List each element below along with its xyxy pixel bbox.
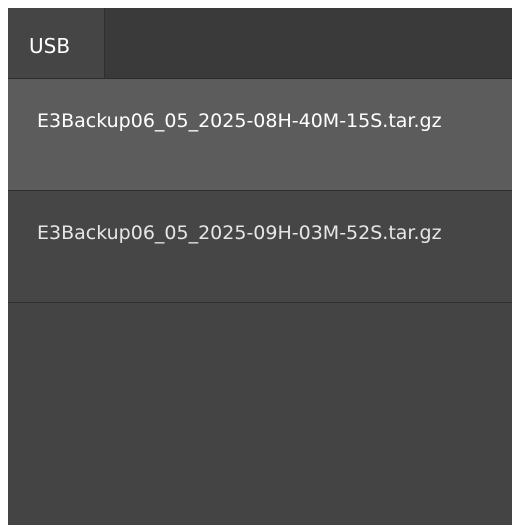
file-list: E3Backup06_05_2025-08H-40M-15S.tar.gz E3… bbox=[8, 79, 512, 303]
file-item-1[interactable]: E3Backup06_05_2025-08H-40M-15S.tar.gz bbox=[8, 79, 512, 191]
tab-usb[interactable]: USB bbox=[8, 8, 105, 78]
file-name: E3Backup06_05_2025-09H-03M-52S.tar.gz bbox=[37, 222, 442, 244]
tab-bar: USB bbox=[8, 8, 512, 79]
file-item-2[interactable]: E3Backup06_05_2025-09H-03M-52S.tar.gz bbox=[8, 191, 512, 303]
tab-usb-label: USB bbox=[29, 34, 71, 58]
file-name: E3Backup06_05_2025-08H-40M-15S.tar.gz bbox=[37, 110, 442, 132]
usb-file-browser: USB E3Backup06_05_2025-08H-40M-15S.tar.g… bbox=[8, 8, 512, 525]
